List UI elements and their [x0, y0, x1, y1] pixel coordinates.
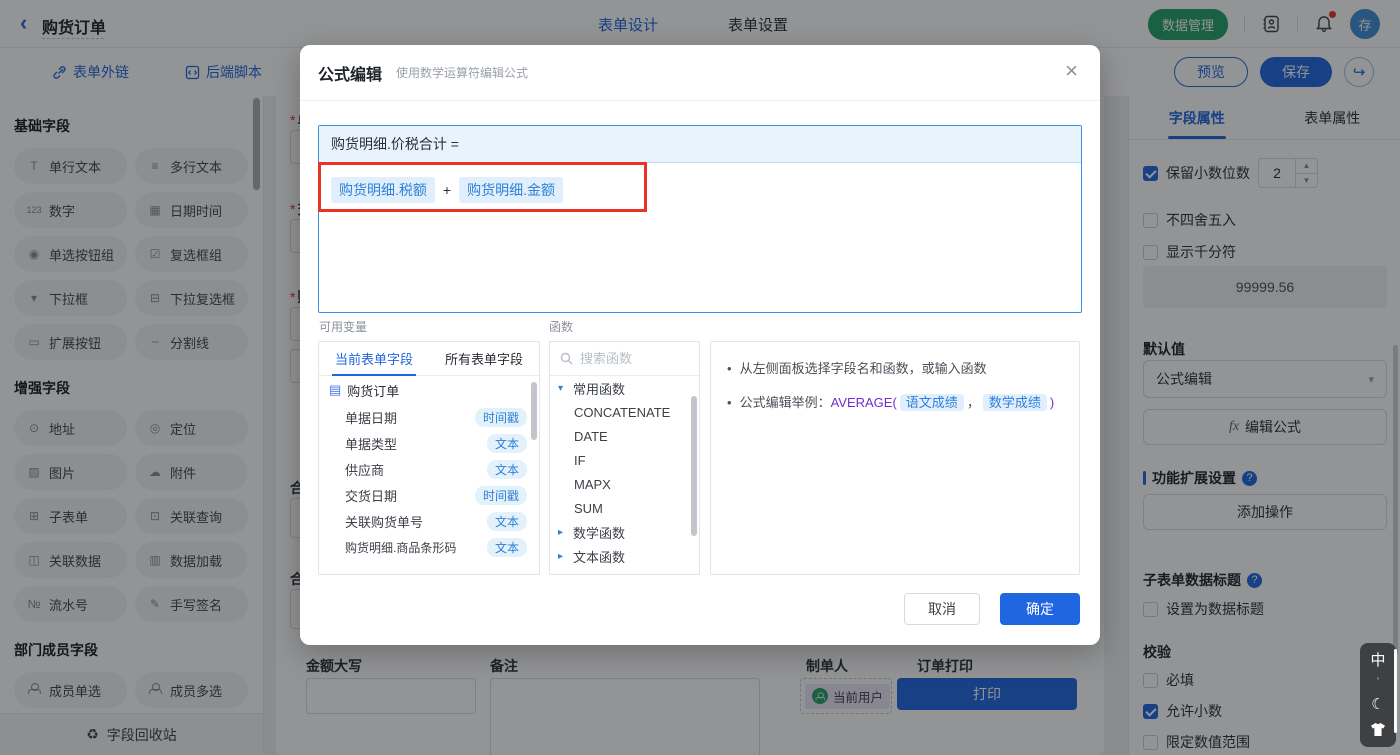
function-group-common[interactable]: ▾ 常用函数	[550, 376, 699, 400]
variable-type-badge: 文本	[486, 459, 527, 479]
function-search	[550, 342, 699, 376]
function-close-paren: )	[1049, 395, 1055, 410]
variable-row[interactable]: 交货日期 时间戳	[319, 482, 539, 508]
formula-target-band: 购货明细.价税合计 =	[319, 126, 1081, 163]
variable-type-badge: 文本	[486, 537, 527, 557]
modal-footer: 取消 确定	[904, 593, 1080, 625]
dark-mode-moon-icon[interactable]: ☾	[1371, 697, 1384, 712]
variable-row[interactable]: 关联购货单号 文本	[319, 508, 539, 534]
modal-subtitle: 使用数学运算符编辑公式	[396, 66, 529, 80]
variables-panel: 当前表单字段 所有表单字段 ▤ 购货订单 单据日期 时间戳 单据类型 文本 供应商文…	[318, 341, 540, 575]
variable-row[interactable]: 购货明细.商品条形码 文本	[319, 534, 539, 560]
variable-row[interactable]: 单据日期 时间戳	[319, 404, 539, 430]
function-group-label: 数学函数	[573, 525, 626, 541]
formula-token-field[interactable]: 购货明细.税额	[331, 177, 435, 203]
example-field-chip: 语文成绩	[899, 394, 964, 411]
variable-row[interactable]: 供应商 文本	[319, 456, 539, 482]
variable-name: 单据日期	[345, 410, 398, 426]
tree-root-label: 购货订单	[347, 383, 400, 399]
widget-scrollbar[interactable]	[1394, 649, 1397, 733]
modal-header: 公式编辑 使用数学运算符编辑公式	[300, 45, 1100, 101]
variable-row[interactable]: 单据类型 文本	[319, 430, 539, 456]
tab-current-form-fields[interactable]: 当前表单字段	[319, 342, 429, 375]
modal-title: 公式编辑	[318, 66, 383, 84]
variables-section-label: 可用变量	[319, 320, 368, 334]
chevron-right-icon: ▸	[558, 526, 564, 538]
tip-line-2: 公式编辑举例：AVERAGE(语文成绩，数学成绩)	[727, 392, 1063, 414]
function-group-label: 常用函数	[573, 381, 626, 397]
function-name-example: AVERAGE(	[830, 395, 897, 410]
floating-extension-widget: 中 ʼ ☾	[1360, 643, 1396, 747]
variable-type-badge: 时间戳	[474, 485, 527, 505]
formula-editor[interactable]: 购货明细.价税合计 = 购货明细.税额 + 购货明细.金额	[318, 125, 1082, 313]
formula-expression[interactable]: 购货明细.税额 + 购货明细.金额	[319, 163, 1081, 217]
app-screen: ‹ 购货订单 表单设计 表单设置 数据管理 存 表单外链 后端脚本 预览 保存 …	[0, 0, 1400, 755]
function-group-math[interactable]: ▸ 数学函数	[550, 520, 699, 544]
function-item[interactable]: DATE	[550, 424, 699, 448]
function-item[interactable]: SUM	[550, 496, 699, 520]
cancel-button[interactable]: 取消	[904, 593, 980, 625]
variable-name: 单据类型	[345, 436, 398, 452]
formula-edit-modal: 公式编辑 使用数学运算符编辑公式 × 购货明细.价税合计 = 购货明细.税额 +…	[300, 45, 1100, 645]
translate-lang-button[interactable]: 中	[1370, 653, 1385, 668]
function-item[interactable]: CONCATENATE	[550, 400, 699, 424]
variable-type-badge: 文本	[486, 511, 527, 531]
function-group-label: 文本函数	[573, 549, 626, 565]
tip-text: 从左侧面板选择字段名和函数，或输入函数	[739, 361, 987, 376]
function-group-text[interactable]: ▸ 文本函数	[550, 544, 699, 568]
functions-scrollbar[interactable]	[691, 396, 697, 536]
functions-panel: ▾ 常用函数 CONCATENATE DATE IF MAPX SUM ▸ 数学…	[549, 341, 700, 575]
variable-name: 供应商	[345, 462, 385, 478]
variables-scrollbar[interactable]	[531, 382, 537, 440]
formula-operator: +	[442, 182, 452, 198]
variable-name: 关联购货单号	[345, 514, 424, 530]
tab-all-form-fields[interactable]: 所有表单字段	[429, 342, 539, 375]
form-doc-icon: ▤	[329, 382, 342, 397]
search-icon	[560, 352, 573, 365]
tip-text: 公式编辑举例：AVERAGE(语文成绩，数学成绩)	[739, 394, 1055, 411]
example-field-chip: 数学成绩	[982, 394, 1047, 411]
functions-section-label: 函数	[549, 320, 574, 334]
confirm-button[interactable]: 确定	[1000, 593, 1080, 625]
toggle-mark-icon[interactable]: ʼ	[1377, 677, 1379, 688]
close-icon[interactable]: ×	[1065, 59, 1078, 83]
chevron-right-icon: ▸	[558, 550, 564, 562]
variable-type-badge: 时间戳	[474, 407, 527, 427]
variable-name: 购货明细.商品条形码	[345, 540, 457, 555]
function-item[interactable]: IF	[550, 448, 699, 472]
theme-shirt-icon[interactable]	[1370, 722, 1386, 737]
variable-name: 交货日期	[345, 488, 398, 504]
tip-line-1: 从左侧面板选择字段名和函数，或输入函数	[727, 358, 1063, 380]
chevron-down-icon: ▾	[558, 382, 564, 394]
tips-panel: 从左侧面板选择字段名和函数，或输入函数 公式编辑举例：AVERAGE(语文成绩，…	[710, 341, 1080, 575]
variables-tabs: 当前表单字段 所有表单字段	[319, 342, 539, 376]
function-item[interactable]: MAPX	[550, 472, 699, 496]
variables-tree-root[interactable]: ▤ 购货订单	[319, 376, 539, 404]
formula-token-field[interactable]: 购货明细.金额	[459, 177, 563, 203]
formula-target: 购货明细.价税合计 =	[331, 136, 459, 152]
function-search-input[interactable]	[580, 351, 680, 366]
variable-type-badge: 文本	[486, 433, 527, 453]
